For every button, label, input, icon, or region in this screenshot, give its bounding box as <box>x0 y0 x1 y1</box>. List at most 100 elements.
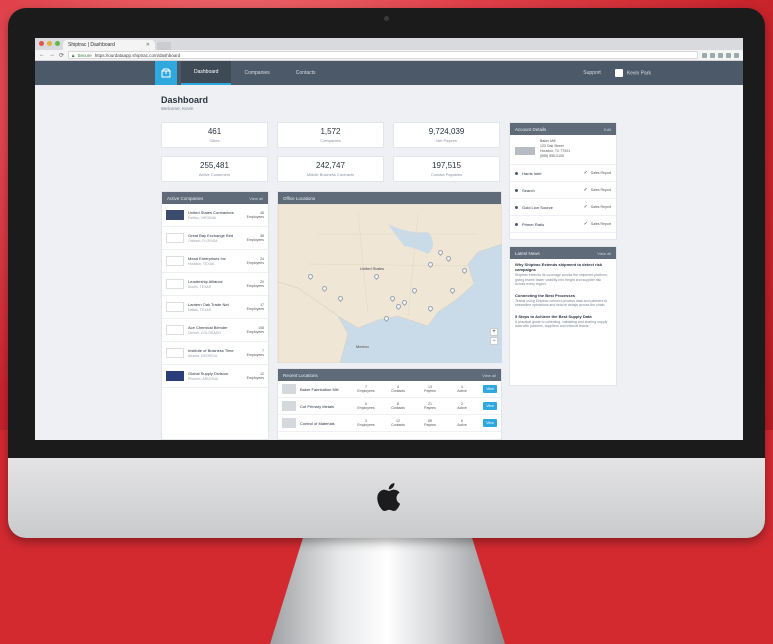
new-tab-button[interactable] <box>157 42 171 50</box>
company-logo <box>515 147 535 155</box>
employee-unit: Employees <box>246 307 264 311</box>
back-icon[interactable]: ← <box>39 52 45 58</box>
company-name: Great Bay Exchange Bird <box>188 233 234 238</box>
panel-header: Latest News View all <box>510 247 616 259</box>
map[interactable]: United States Mexico + − <box>278 204 502 363</box>
header-right: Support Kevin Park <box>583 61 651 85</box>
stat-label: Net Payees <box>436 138 457 143</box>
forward-icon[interactable]: → <box>49 52 55 58</box>
stat-unit: Payees <box>424 406 436 410</box>
nav-companies[interactable]: Companies <box>231 61 282 85</box>
browser-tab[interactable]: Shiptrac | Dashboard ✕ <box>63 40 155 50</box>
source-name: Gold Lion Source <box>522 204 553 210</box>
list-item[interactable]: Institute of Business Time Atlanta, GEORG… <box>162 342 268 365</box>
stat-card-active-customers[interactable]: 255,481 Active Customers <box>161 156 268 182</box>
company-location: Dallas, TEXAS <box>188 308 212 312</box>
view-all-link[interactable]: View all <box>249 196 263 201</box>
company-name: Lantern Oak Trade Net <box>188 302 229 307</box>
avatar <box>614 69 623 77</box>
stat-card-contact-payables[interactable]: 197,515 Contact Payables <box>393 156 500 182</box>
source-name: Search <box>522 187 535 193</box>
panel-title: Recent Locations <box>283 372 318 378</box>
camera <box>384 16 389 21</box>
company-location: Houston, TEXAS <box>188 262 215 266</box>
table-row[interactable]: Cut Primary Metals 5 Employees 8 Contacts … <box>278 398 501 415</box>
list-item[interactable]: Lantern Oak Trade Net Dallas, TEXAS 17 Empl… <box>162 296 268 319</box>
news-item[interactable]: Why Shiptrac Extends shipment to detect … <box>510 259 616 290</box>
company-location: Orlando, FLORIDA <box>188 239 218 243</box>
company-name: Global Supply Division <box>188 371 229 376</box>
list-item[interactable]: Gold Lion Source ✓ Sales Report <box>510 199 616 216</box>
stat-card-companies[interactable]: 1,572 Companies <box>277 122 384 148</box>
list-item[interactable]: Search ✓ Sales Report <box>510 182 616 199</box>
support-link[interactable]: Support <box>583 70 601 76</box>
employee-unit: Employees <box>246 353 264 357</box>
view-button[interactable]: View <box>483 402 497 410</box>
edit-link[interactable]: Edit <box>604 127 611 132</box>
list-item[interactable]: Global Supply Division Phoenix, ARIZONA 12… <box>162 365 268 388</box>
list-item[interactable]: Harris Intel ✓ Sales Report <box>510 165 616 182</box>
list-item[interactable]: United States Contractors Fairfax, VIRGIN… <box>162 204 268 227</box>
stat-unit: Contacts <box>391 389 405 393</box>
source-value: Sales Report <box>590 205 611 209</box>
stat-label: Cities <box>209 138 220 143</box>
zoom-in-button[interactable]: + <box>490 328 498 336</box>
list-item[interactable]: Great Bay Exchange Bird Orlando, FLORIDA 3… <box>162 227 268 250</box>
stat-value: 197,515 <box>432 161 461 170</box>
stat-unit: Active <box>457 389 467 393</box>
window-controls[interactable] <box>39 41 60 46</box>
news-item[interactable]: 5 Steps to Achieve the Best Supply Data … <box>510 311 616 332</box>
map-country-label: United States <box>360 266 385 271</box>
view-button[interactable]: View <box>483 385 497 393</box>
nav-dashboard[interactable]: Dashboard <box>181 61 232 85</box>
stat-unit: Contacts <box>391 423 405 427</box>
extension-icons[interactable] <box>702 52 739 58</box>
employee-unit: Employees <box>246 215 264 219</box>
imac-stand <box>270 538 505 644</box>
news-body: A practical guide to collecting, validat… <box>515 319 608 329</box>
employee-unit: Employees <box>246 330 264 334</box>
stat-unit: Active <box>457 406 467 410</box>
list-item[interactable]: Mead Enterprises Inc Houston, TEXAS 24 Empl… <box>162 250 268 273</box>
contact-line: (555) 555-0100 <box>540 154 564 158</box>
map-gulf-label: Mexico <box>356 344 369 349</box>
view-all-link[interactable]: View all <box>597 251 611 256</box>
stat-card-cities[interactable]: 461 Cities <box>161 122 268 148</box>
nav-contacts[interactable]: Contacts <box>283 61 329 85</box>
company-name: Institute of Business Time <box>188 348 234 353</box>
box-logo-icon <box>161 68 171 78</box>
url-bar[interactable]: 🔒︎ Secure https://ourdataapp.shiptrac.co… <box>68 51 698 59</box>
address-row: ← → ⟳ 🔒︎ Secure https://ourdataapp.shipt… <box>35 50 743 61</box>
panel-title: Active Companies <box>167 195 204 201</box>
app-header: Dashboard Companies Contacts Support Kev… <box>35 61 743 85</box>
view-button[interactable]: View <box>483 419 497 427</box>
app-logo[interactable] <box>155 61 177 85</box>
bullet-icon <box>515 188 518 192</box>
stat-unit: Employees <box>357 406 375 410</box>
reload-icon[interactable]: ⟳ <box>59 52 64 59</box>
lock-icon: 🔒︎ <box>72 52 75 58</box>
list-item[interactable]: Ace Chemical Blender Denver, COLORADO 108 E… <box>162 319 268 342</box>
table-row[interactable]: Control of Materials 3 Employees 12 Contac… <box>278 415 501 432</box>
news-item[interactable]: Connecting the Best Processes Teams usin… <box>510 290 616 311</box>
table-row[interactable]: Baker Fabrication Mill 7 Employees 4 Conta… <box>278 381 501 398</box>
stat-card-net-payees[interactable]: 9,724,039 Net Payees <box>393 122 500 148</box>
url-text: https://ourdataapp.shiptrac.com/dashboar… <box>94 52 181 58</box>
view-all-link[interactable]: View all <box>482 373 496 378</box>
user-menu[interactable]: Kevin Park <box>614 69 651 77</box>
close-icon[interactable]: ✕ <box>146 42 150 48</box>
location-thumbnail <box>282 384 296 394</box>
source-value: Sales Report <box>590 222 611 226</box>
stat-unit: Payees <box>424 423 436 427</box>
companies-panel: Active Companies View all United States … <box>161 191 269 440</box>
panel-title: Latest News <box>515 250 540 256</box>
list-item[interactable]: Primer Ratio ✓ Sales Report <box>510 216 616 233</box>
source-name: Harris Intel <box>522 170 542 176</box>
company-logo <box>166 325 184 335</box>
stat-card-business-contracts[interactable]: 242,747 Middle Business Contracts <box>277 156 384 182</box>
stat-unit: Payees <box>424 389 436 393</box>
stat-value: 461 <box>207 127 222 136</box>
check-icon: ✓ <box>583 221 588 227</box>
zoom-out-button[interactable]: − <box>490 337 498 345</box>
list-item[interactable]: Leadership Alliance Austin, TEXAS 20 Employ… <box>162 273 268 296</box>
